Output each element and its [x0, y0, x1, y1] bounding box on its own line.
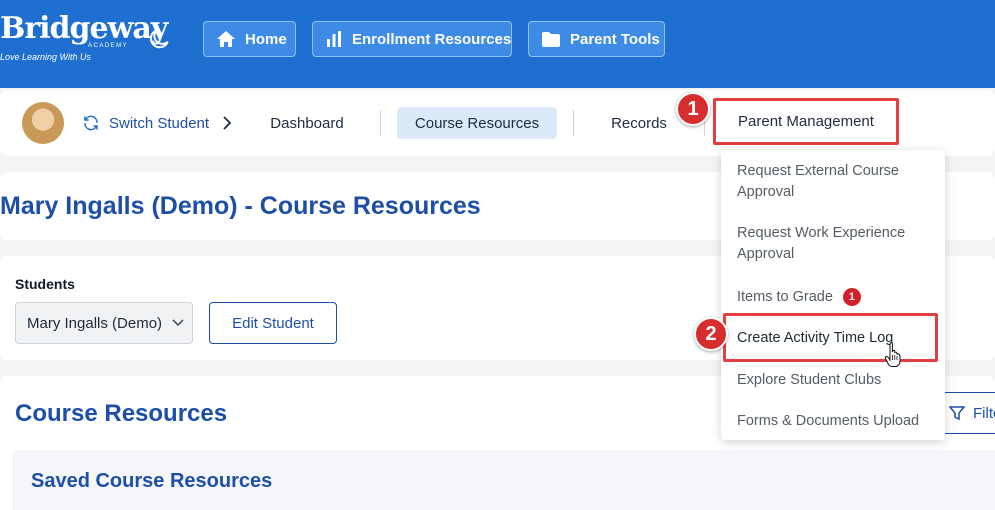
home-icon — [217, 31, 235, 47]
bar-chart-icon — [327, 31, 341, 47]
logo-wordmark: Bridgeway — [0, 11, 168, 46]
logo-sub: ACADEMY — [88, 43, 129, 49]
course-resources-heading: Course Resources — [15, 400, 228, 427]
menu-item-request-work-experience-approval[interactable]: Request Work Experience Approval — [737, 223, 937, 265]
page-title: Mary Ingalls (Demo) - Course Resources — [0, 192, 481, 220]
filter-button[interactable]: Filte — [940, 392, 995, 434]
tab-parent-management[interactable]: Parent Management — [713, 98, 899, 145]
logo-tagline: Love Learning With Us — [0, 52, 91, 62]
nav-parent-tools-label: Parent Tools — [570, 30, 660, 48]
nav-home-button[interactable]: Home — [203, 21, 296, 57]
hand-cursor-icon — [884, 342, 901, 367]
saved-course-resources-heading: Saved Course Resources — [31, 470, 273, 492]
menu-item-explore-student-clubs[interactable]: Explore Student Clubs — [737, 370, 937, 391]
menu-item-forms-documents-upload[interactable]: Forms & Documents Upload — [737, 411, 937, 432]
filter-label: Filte — [973, 404, 995, 422]
edit-student-button[interactable]: Edit Student — [209, 302, 337, 344]
moon-icon[interactable] — [146, 26, 172, 52]
nav-enrollment-label: Enrollment Resources — [352, 30, 512, 48]
chevron-right-icon — [223, 116, 232, 130]
refresh-icon — [84, 115, 98, 131]
nav-enrollment-resources-button[interactable]: Enrollment Resources — [312, 21, 512, 57]
students-label: Students — [15, 276, 75, 292]
top-header: Bridgeway ACADEMY Love Learning With Us … — [0, 0, 995, 88]
tab-records[interactable]: Records — [598, 107, 680, 139]
student-select[interactable]: Mary Ingalls (Demo) — [15, 302, 193, 344]
nav-parent-tools-button[interactable]: Parent Tools — [528, 21, 665, 57]
switch-student-label: Switch Student — [109, 114, 210, 132]
folder-icon — [542, 31, 560, 47]
menu-item-request-external-course-approval[interactable]: Request External Course Approval — [737, 161, 937, 203]
parent-management-dropdown: Request External Course Approval Request… — [721, 150, 945, 440]
chevron-down-icon — [172, 319, 184, 327]
tab-dashboard[interactable]: Dashboard — [258, 107, 356, 139]
avatar[interactable] — [22, 102, 64, 144]
tab-course-resources[interactable]: Course Resources — [397, 107, 557, 139]
menu-item-label: Items to Grade — [737, 289, 833, 305]
tab-divider — [573, 110, 574, 136]
tab-divider — [380, 110, 381, 136]
menu-item-create-activity-time-log[interactable]: Create Activity Time Log — [737, 328, 893, 349]
menu-item-items-to-grade[interactable]: Items to Grade 1 — [737, 287, 937, 308]
student-select-value: Mary Ingalls (Demo) — [27, 314, 163, 332]
saved-course-resources-panel: Saved Course Resources — [12, 450, 995, 510]
step-marker-1: 1 — [676, 92, 710, 126]
switch-student-button[interactable]: Switch Student — [82, 114, 209, 132]
filter-icon — [949, 406, 965, 421]
logo[interactable]: Bridgeway ACADEMY Love Learning With Us — [0, 11, 168, 63]
nav-home-label: Home — [245, 30, 287, 48]
step-marker-2: 2 — [694, 317, 728, 351]
items-to-grade-badge: 1 — [842, 288, 861, 306]
